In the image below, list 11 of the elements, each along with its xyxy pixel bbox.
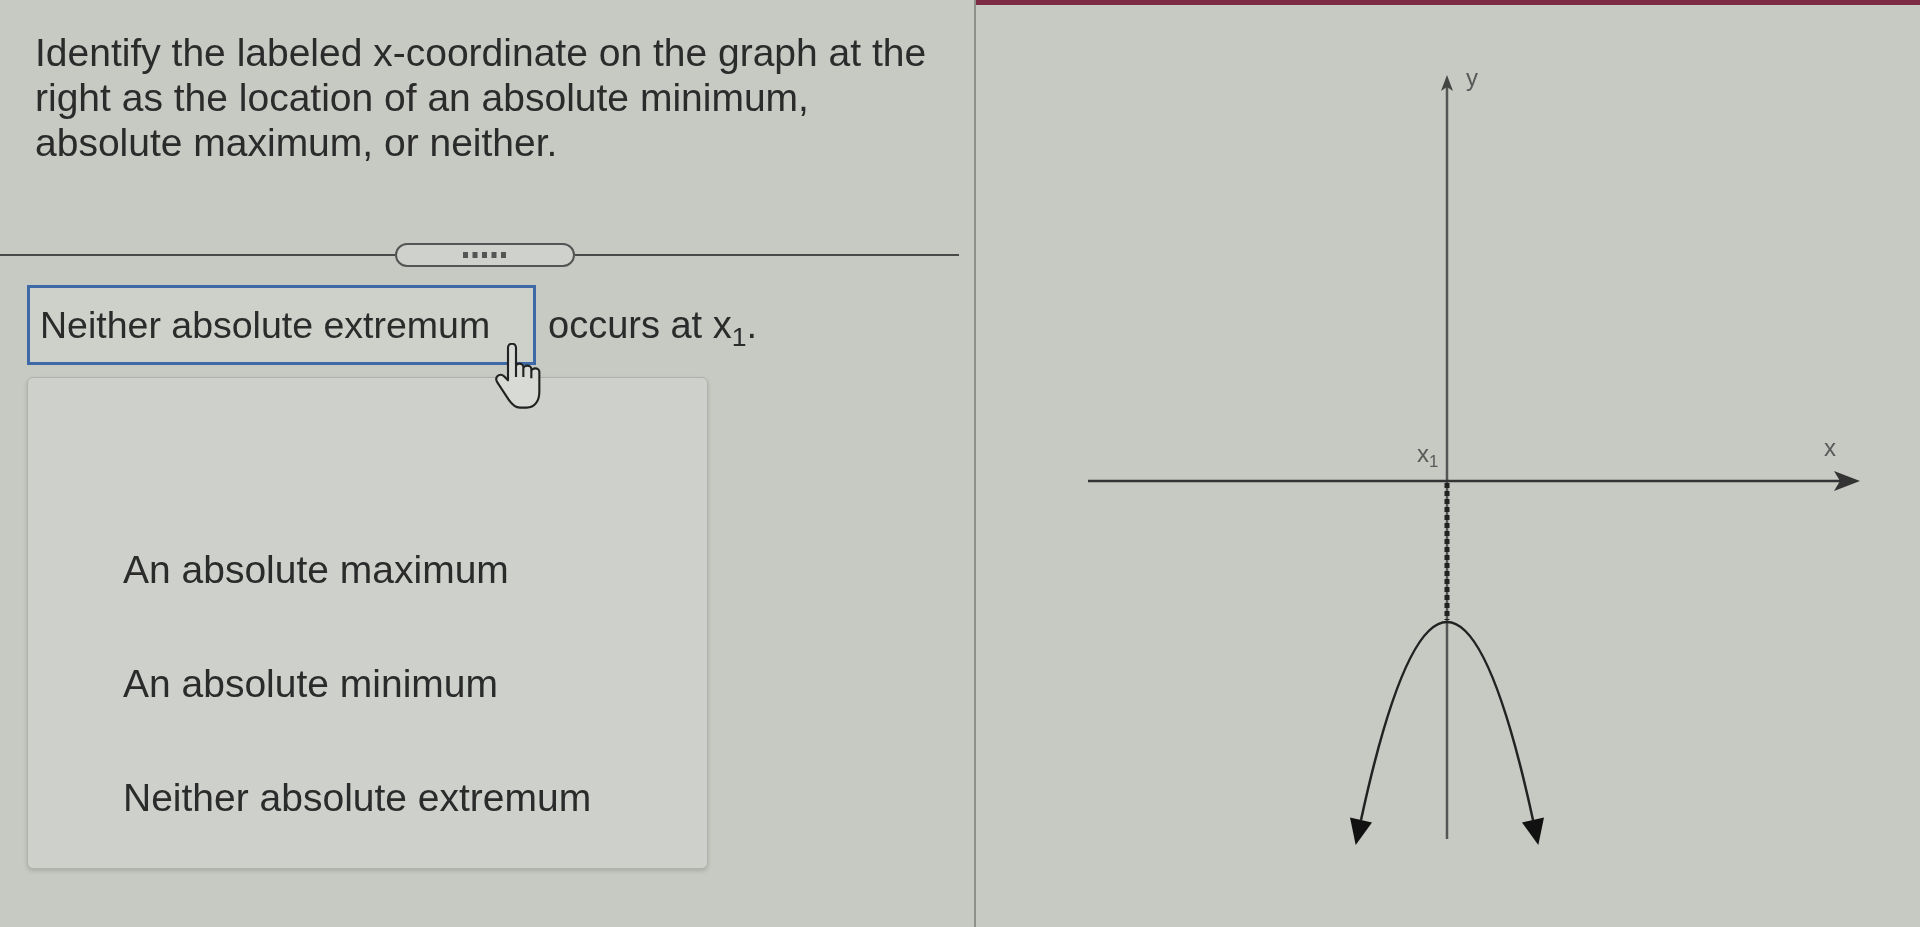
expand-button[interactable]: [395, 243, 575, 267]
answer-dropdown[interactable]: Neither absolute extremum: [27, 285, 536, 365]
dropdown-option[interactable]: Neither absolute extremum: [28, 741, 707, 855]
axis-label: y: [1466, 65, 1478, 91]
answer-suffix-text: occurs at x$_{1}$.: [548, 303, 758, 347]
more-dots-icon: [463, 252, 507, 258]
dropdown-option[interactable]: An absolute minimum: [28, 627, 707, 741]
axis-label: x: [1824, 435, 1836, 461]
question-text: Identify the labeled x-coordinate on the graph at the right as the location of an absolute minimum, absolute maximum, or neither.: [35, 30, 928, 165]
dropdown-option[interactable]: An absolute maximum: [28, 513, 707, 627]
point-label: x$_{1}$: [1417, 441, 1439, 467]
